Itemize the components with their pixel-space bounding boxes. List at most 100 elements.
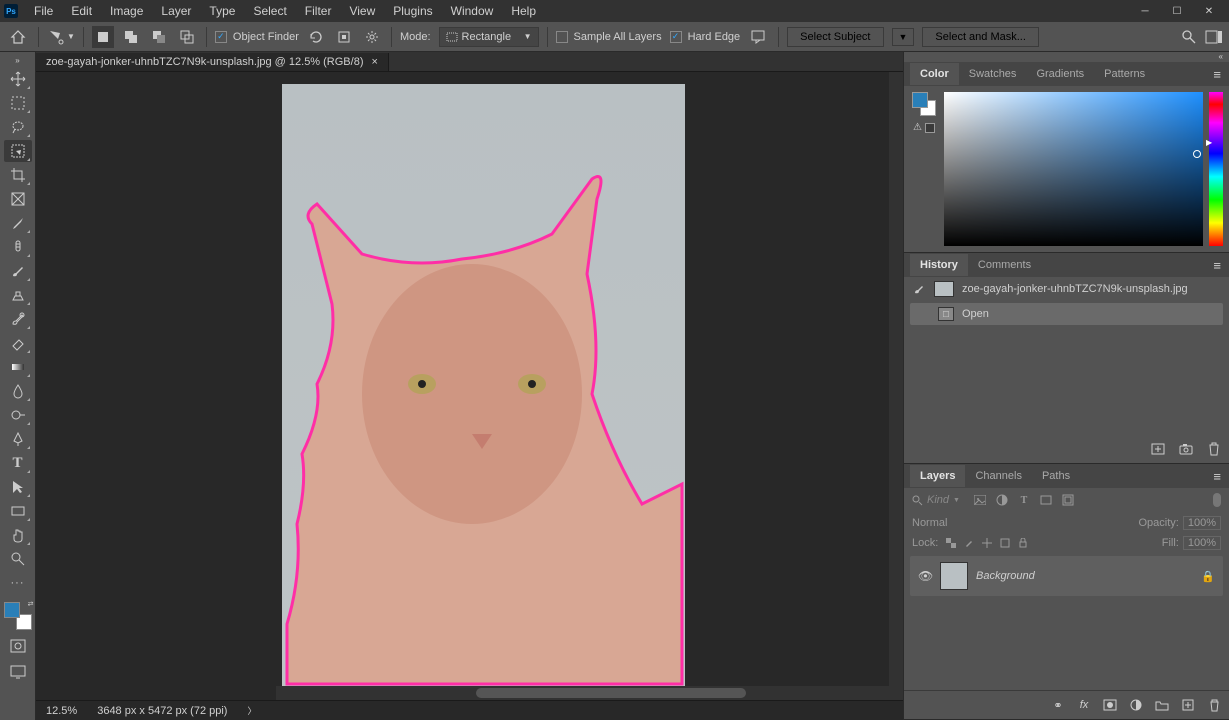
new-selection-button[interactable] — [92, 26, 114, 48]
layer-thumbnail[interactable] — [940, 562, 968, 590]
menu-help[interactable]: Help — [503, 1, 544, 21]
delete-state-button[interactable] — [1205, 441, 1223, 457]
object-finder-checkbox[interactable] — [215, 31, 227, 43]
maximize-button[interactable]: ☐ — [1161, 2, 1193, 20]
add-selection-button[interactable] — [120, 26, 142, 48]
feedback-button[interactable] — [748, 26, 770, 48]
healing-brush-tool[interactable] — [4, 236, 32, 258]
fill-value[interactable]: 100% — [1183, 536, 1221, 550]
layers-panel-menu[interactable]: ≡ — [1205, 469, 1229, 484]
canvas-viewport[interactable] — [36, 72, 903, 700]
opacity-value[interactable]: 100% — [1183, 516, 1221, 530]
tab-paths[interactable]: Paths — [1032, 465, 1080, 487]
close-tab-icon[interactable]: × — [371, 56, 377, 68]
color-field[interactable] — [944, 92, 1203, 246]
crop-tool[interactable] — [4, 164, 32, 186]
document-tab[interactable]: zoe-gayah-jonker-uhnbTZC7N9k-unsplash.jp… — [36, 53, 389, 71]
edit-toolbar-button[interactable]: ··· — [4, 572, 32, 594]
link-layers-button[interactable]: ⚭ — [1049, 697, 1067, 713]
layer-visibility-icon[interactable]: 👁 — [918, 569, 932, 583]
tab-history[interactable]: History — [910, 254, 968, 276]
blend-mode-dropdown[interactable]: Normal — [912, 517, 1012, 529]
tab-gradients[interactable]: Gradients — [1026, 63, 1094, 85]
tool-preset-picker[interactable]: ▼ — [47, 28, 75, 46]
toolbox-expander[interactable]: » — [15, 56, 19, 66]
lock-all-icon[interactable] — [1016, 536, 1030, 550]
eyedropper-tool[interactable] — [4, 212, 32, 234]
document-image[interactable] — [282, 84, 685, 686]
mode-dropdown[interactable]: Rectangle ▼ — [439, 27, 539, 47]
color-swatches[interactable]: ⇄ — [4, 602, 32, 630]
tab-color[interactable]: Color — [910, 63, 959, 85]
layer-mask-button[interactable] — [1101, 697, 1119, 713]
quick-mask-button[interactable] — [6, 636, 30, 656]
filter-type-icon[interactable]: T — [1016, 492, 1032, 508]
layer-style-button[interactable]: fx — [1075, 697, 1093, 713]
menu-image[interactable]: Image — [102, 1, 151, 21]
hand-tool[interactable] — [4, 524, 32, 546]
home-button[interactable] — [6, 25, 30, 49]
layer-background[interactable]: 👁 Background 🔒 — [910, 556, 1223, 596]
layer-filter-kind[interactable]: Kind ▼ — [912, 494, 960, 506]
dodge-tool[interactable] — [4, 404, 32, 426]
path-selection-tool[interactable] — [4, 476, 32, 498]
menu-select[interactable]: Select — [245, 1, 294, 21]
subtract-selection-button[interactable] — [148, 26, 170, 48]
filter-shape-icon[interactable] — [1038, 492, 1054, 508]
history-state-open[interactable]: ☐ Open — [910, 303, 1223, 325]
object-selection-tool[interactable] — [4, 140, 32, 162]
rectangle-tool[interactable] — [4, 500, 32, 522]
lasso-tool[interactable] — [4, 116, 32, 138]
zoom-level[interactable]: 12.5% — [46, 705, 77, 717]
refresh-button[interactable] — [305, 26, 327, 48]
foreground-color-swatch[interactable] — [4, 602, 20, 618]
adjustment-layer-button[interactable] — [1127, 697, 1145, 713]
pen-tool[interactable] — [4, 428, 32, 450]
layer-name[interactable]: Background — [976, 570, 1035, 582]
move-tool[interactable] — [4, 68, 32, 90]
gradient-tool[interactable] — [4, 356, 32, 378]
minimize-button[interactable]: ─ — [1129, 2, 1161, 20]
tab-channels[interactable]: Channels — [965, 465, 1031, 487]
tab-swatches[interactable]: Swatches — [959, 63, 1027, 85]
layer-lock-icon[interactable]: 🔒 — [1201, 570, 1215, 583]
group-layers-button[interactable] — [1153, 697, 1171, 713]
tab-comments[interactable]: Comments — [968, 254, 1041, 276]
filter-toggle[interactable] — [1213, 493, 1221, 507]
menu-edit[interactable]: Edit — [63, 1, 100, 21]
filter-adjustment-icon[interactable] — [994, 492, 1010, 508]
delete-layer-button[interactable] — [1205, 697, 1223, 713]
menu-window[interactable]: Window — [443, 1, 502, 21]
vertical-scrollbar[interactable] — [889, 72, 903, 686]
gamut-warning[interactable]: ⚠ — [913, 122, 935, 133]
hue-slider[interactable]: ▶ — [1209, 92, 1223, 246]
search-icon[interactable] — [1181, 29, 1197, 45]
menu-view[interactable]: View — [341, 1, 383, 21]
history-brush-tool[interactable] — [4, 308, 32, 330]
menu-plugins[interactable]: Plugins — [385, 1, 440, 21]
tab-patterns[interactable]: Patterns — [1094, 63, 1155, 85]
filter-smart-icon[interactable] — [1060, 492, 1076, 508]
lock-pixels-icon[interactable] — [962, 536, 976, 550]
menu-layer[interactable]: Layer — [153, 1, 199, 21]
marquee-tool[interactable] — [4, 92, 32, 114]
select-subject-dropdown[interactable]: ▼ — [892, 28, 915, 46]
color-panel-menu[interactable]: ≡ — [1205, 67, 1229, 82]
select-and-mask-button[interactable]: Select and Mask... — [922, 27, 1039, 47]
filter-pixel-icon[interactable] — [972, 492, 988, 508]
create-document-button[interactable] — [1149, 441, 1167, 457]
tab-layers[interactable]: Layers — [910, 465, 965, 487]
status-bar-flyout[interactable]: 〉 — [247, 704, 256, 717]
menu-file[interactable]: File — [26, 1, 61, 21]
new-layer-button[interactable] — [1179, 697, 1197, 713]
menu-filter[interactable]: Filter — [297, 1, 340, 21]
history-snapshot[interactable]: zoe-gayah-jonker-uhnbTZC7N9k-unsplash.jp… — [904, 277, 1229, 301]
panels-collapse[interactable]: « — [904, 52, 1229, 62]
lock-artboard-icon[interactable] — [998, 536, 1012, 550]
screen-mode-button[interactable] — [6, 662, 30, 682]
select-subject-button[interactable]: Select Subject — [787, 27, 883, 47]
type-tool[interactable]: T — [4, 452, 32, 474]
workspace-switcher[interactable] — [1205, 30, 1223, 44]
overlay-button[interactable] — [333, 26, 355, 48]
blur-tool[interactable] — [4, 380, 32, 402]
